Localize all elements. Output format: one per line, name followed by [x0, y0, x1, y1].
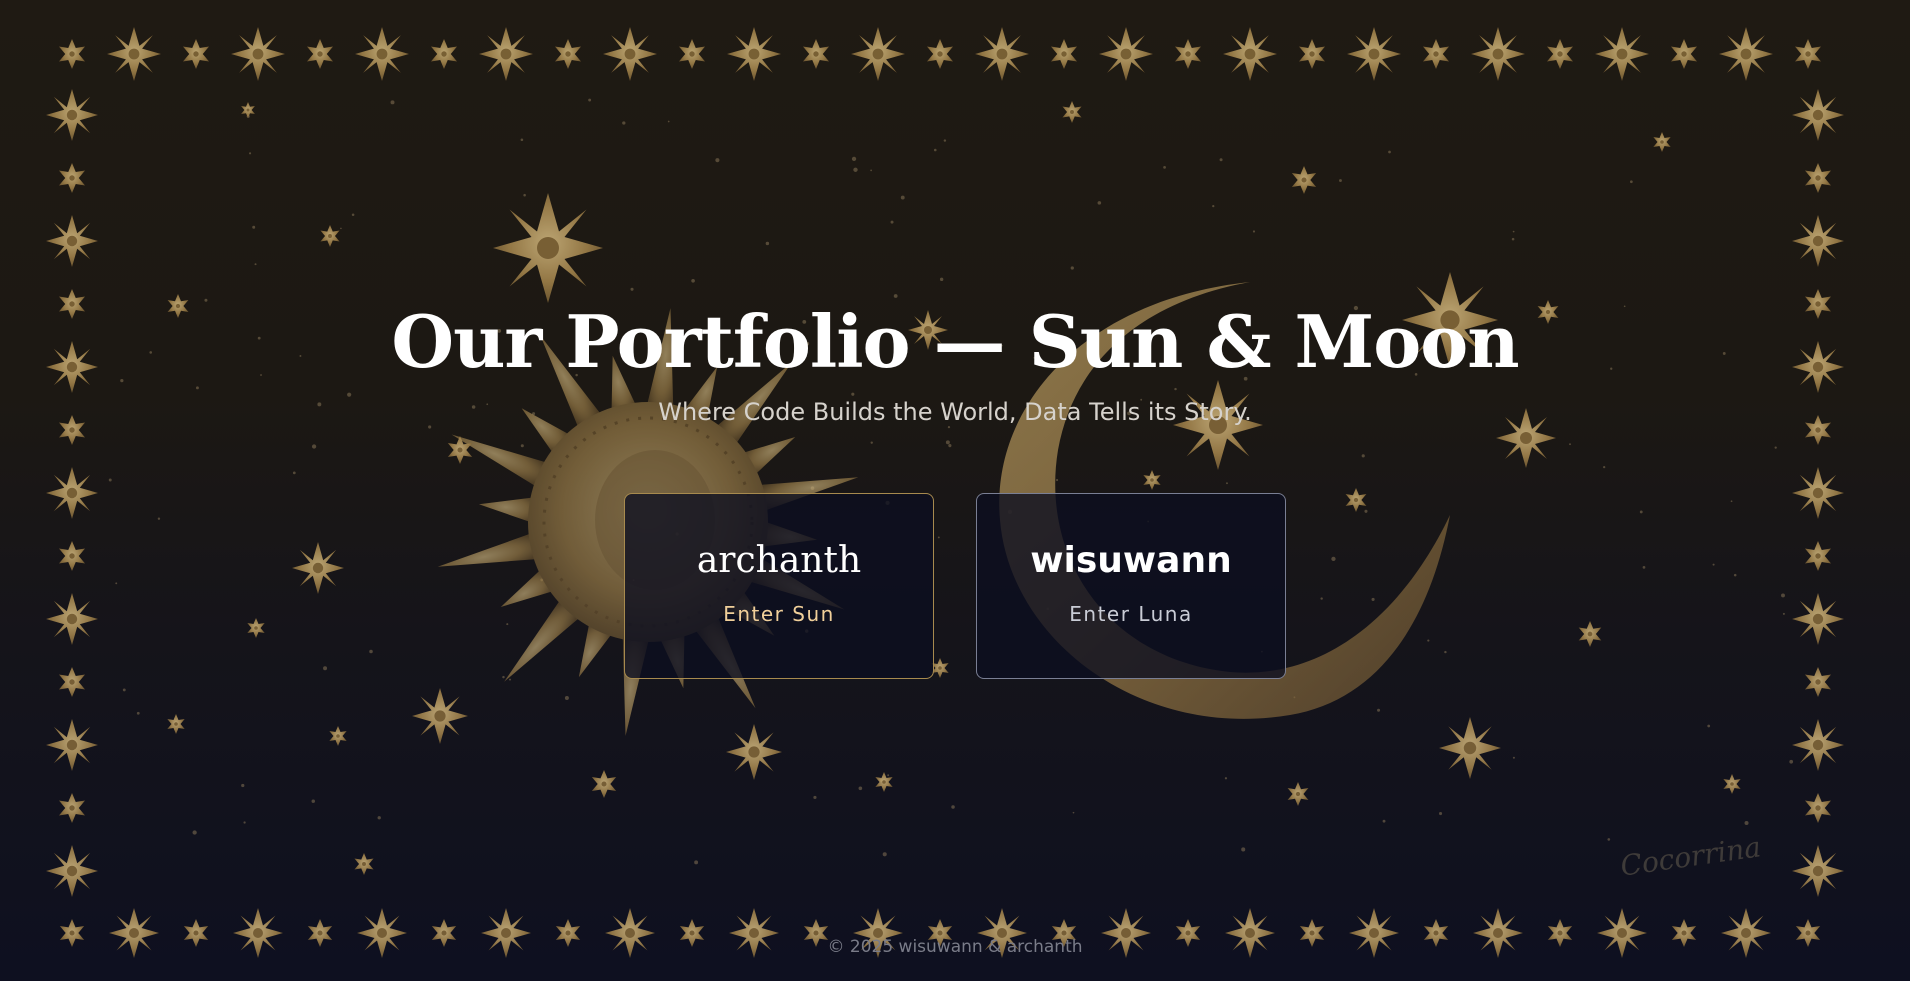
hero-section: Our Portfolio — Sun & Moon Where Code Bu… — [0, 0, 1910, 981]
card-name-wisuwann: wisuwann — [1030, 540, 1232, 581]
artist-signature: Cocorrina — [1618, 830, 1763, 883]
page-subtitle: Where Code Builds the World, Data Tells … — [658, 398, 1252, 426]
card-name-archanth: archanth — [696, 540, 862, 581]
enter-luna-card[interactable]: wisuwann Enter Luna — [976, 493, 1286, 679]
enter-sun-card[interactable]: archanth Enter Sun — [624, 493, 934, 679]
page-title: Our Portfolio — Sun & Moon — [391, 299, 1519, 384]
enter-luna-link[interactable]: Enter Luna — [977, 602, 1285, 626]
enter-sun-link[interactable]: Enter Sun — [625, 602, 933, 626]
footer-copyright: © 2025 wisuwann & archanth — [827, 937, 1083, 957]
